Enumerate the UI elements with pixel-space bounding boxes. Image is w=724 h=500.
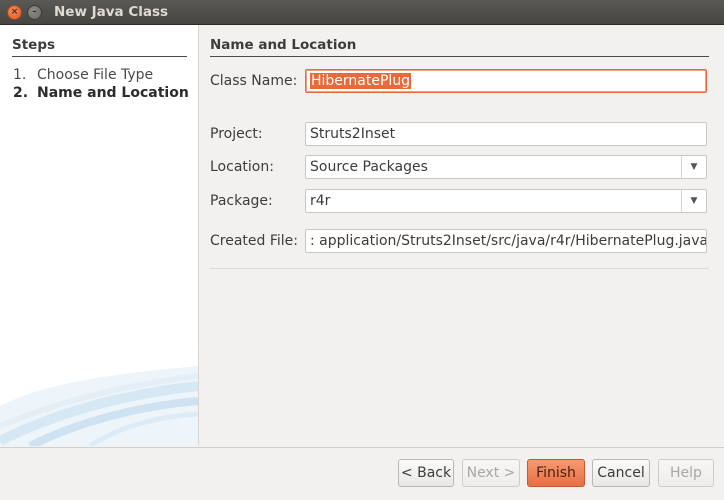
step-item-name-and-location: 2. Name and Location — [13, 85, 189, 101]
close-window-button[interactable]: × — [7, 5, 22, 20]
section-divider — [210, 56, 709, 57]
step-label: Name and Location — [37, 85, 189, 101]
chevron-down-icon[interactable]: ▼ — [681, 190, 706, 212]
steps-heading: Steps — [12, 37, 56, 53]
step-number: 1. — [13, 67, 27, 83]
minimize-icon: – — [32, 7, 37, 17]
step-number: 2. — [13, 85, 29, 101]
project-field[interactable]: Struts2Inset — [305, 122, 707, 146]
name-and-location-panel: Name and Location Class Name: HibernateP… — [199, 25, 724, 446]
chevron-down-icon[interactable]: ▼ — [681, 156, 706, 178]
package-label: Package: — [210, 193, 273, 209]
class-name-label: Class Name: — [210, 73, 298, 89]
finish-button[interactable]: Finish — [527, 459, 585, 487]
created-file-field[interactable]: : application/Struts2Inset/src/java/r4r/… — [305, 229, 707, 253]
package-combobox[interactable]: r4r ▼ — [305, 189, 707, 213]
button-bar: < Back Next > Finish Cancel Help — [0, 447, 724, 500]
step-item-choose-file-type: 1. Choose File Type — [13, 67, 153, 83]
created-file-label: Created File: — [210, 233, 298, 249]
title-bar: × – New Java Class — [0, 0, 724, 25]
steps-divider — [12, 56, 187, 57]
step-label: Choose File Type — [37, 67, 154, 83]
window-title: New Java Class — [54, 4, 169, 20]
project-label: Project: — [210, 126, 263, 142]
section-title: Name and Location — [210, 37, 357, 53]
location-dropdown[interactable]: Source Packages ▼ — [305, 155, 707, 179]
next-button[interactable]: Next > — [462, 459, 520, 487]
location-label: Location: — [210, 159, 274, 175]
help-button[interactable]: Help — [658, 459, 714, 487]
location-value: Source Packages — [310, 159, 428, 175]
form-divider — [210, 268, 709, 269]
minimize-window-button[interactable]: – — [27, 5, 42, 20]
class-name-value: HibernatePlug — [310, 73, 412, 89]
class-name-input[interactable]: HibernatePlug — [305, 69, 707, 93]
package-value: r4r — [310, 193, 331, 209]
close-icon: × — [10, 7, 19, 17]
decorative-swoosh-graphic — [0, 366, 198, 446]
back-button[interactable]: < Back — [398, 459, 454, 487]
cancel-button[interactable]: Cancel — [592, 459, 650, 487]
steps-panel: Steps 1. Choose File Type 2. Name and Loca… — [0, 25, 199, 446]
